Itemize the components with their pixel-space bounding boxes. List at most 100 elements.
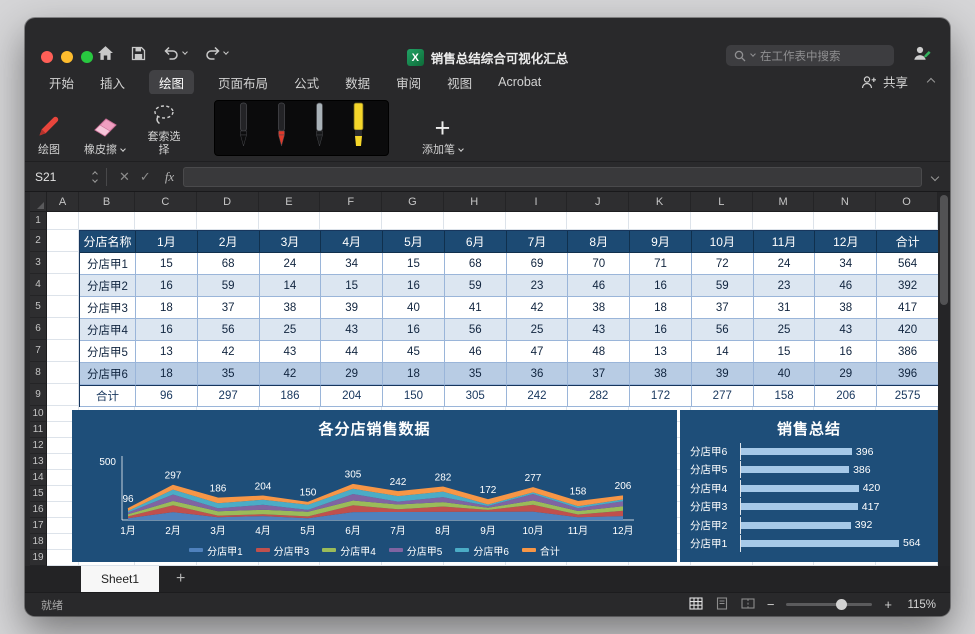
cell[interactable]: 8月	[568, 231, 630, 253]
row-header-10[interactable]: 10	[30, 406, 47, 422]
cell[interactable]: 37	[568, 363, 630, 385]
row-header-19[interactable]: 19	[30, 550, 47, 566]
cell[interactable]: 150	[383, 385, 445, 407]
cell[interactable]: 37	[692, 297, 754, 319]
cell[interactable]: 242	[507, 385, 569, 407]
cell[interactable]: 204	[321, 385, 383, 407]
cell[interactable]: 7月	[507, 231, 569, 253]
row-header-18[interactable]: 18	[30, 534, 47, 550]
cell[interactable]: 分店甲2	[80, 275, 136, 297]
row-header-7[interactable]: 7	[30, 340, 47, 362]
cell[interactable]: 24	[260, 253, 322, 275]
cell[interactable]: 18	[136, 297, 198, 319]
row-header-11[interactable]: 11	[30, 422, 47, 438]
row-header-15[interactable]: 15	[30, 486, 47, 502]
cancel-entry-icon[interactable]: ✕	[119, 169, 130, 185]
cell[interactable]: 15	[754, 341, 816, 363]
cell[interactable]: 386	[877, 341, 938, 363]
cell[interactable]: 69	[507, 253, 569, 275]
search-scope-dropdown-icon[interactable]	[750, 51, 756, 57]
cell[interactable]: 40	[383, 297, 445, 319]
cell[interactable]: 25	[260, 319, 322, 341]
cell[interactable]: 37	[198, 297, 260, 319]
cell[interactable]: 分店甲3	[80, 297, 136, 319]
cell[interactable]: 39	[321, 297, 383, 319]
row-header-8[interactable]: 8	[30, 362, 47, 384]
ribbon-tab-数据[interactable]: 数据	[343, 70, 372, 95]
cell[interactable]: 35	[445, 363, 507, 385]
ribbon-tab-绘图[interactable]: 绘图	[149, 70, 194, 95]
cell[interactable]: 12月	[815, 231, 877, 253]
cell[interactable]: 10月	[692, 231, 754, 253]
scrollbar-thumb[interactable]	[940, 195, 948, 305]
red-pen-icon[interactable]	[274, 102, 289, 153]
cell[interactable]: 16	[815, 341, 877, 363]
cell[interactable]: 172	[630, 385, 692, 407]
cell[interactable]: 43	[815, 319, 877, 341]
cell[interactable]: 29	[815, 363, 877, 385]
col-header-F[interactable]: F	[320, 192, 382, 212]
insert-function-icon[interactable]: fx	[165, 169, 174, 185]
cell[interactable]: 3月	[260, 231, 322, 253]
col-header-J[interactable]: J	[567, 192, 629, 212]
cell[interactable]: 56	[198, 319, 260, 341]
cell[interactable]: 18	[383, 363, 445, 385]
cell[interactable]: 合计	[877, 231, 938, 253]
col-header-N[interactable]: N	[814, 192, 876, 212]
cell[interactable]: 18	[630, 297, 692, 319]
ribbon-tab-插入[interactable]: 插入	[98, 70, 127, 95]
cell[interactable]: 38	[568, 297, 630, 319]
col-header-M[interactable]: M	[753, 192, 815, 212]
add-pen-button[interactable]: + 添加笔	[422, 99, 463, 157]
cell[interactable]: 45	[383, 341, 445, 363]
cell[interactable]: 38	[260, 297, 322, 319]
ribbon-tab-页面布局[interactable]: 页面布局	[216, 70, 270, 95]
eraser-dropdown-icon[interactable]	[120, 146, 126, 152]
zoom-out-button[interactable]: −	[767, 597, 775, 612]
col-header-D[interactable]: D	[197, 192, 259, 212]
cell[interactable]: 42	[507, 297, 569, 319]
cell[interactable]: 16	[383, 275, 445, 297]
cell[interactable]: 24	[754, 253, 816, 275]
share-button[interactable]: 共享	[861, 72, 908, 91]
cell[interactable]: 2575	[877, 385, 938, 407]
cell[interactable]: 分店名称	[80, 231, 136, 253]
cell[interactable]: 68	[198, 253, 260, 275]
cell[interactable]: 43	[260, 341, 322, 363]
cell[interactable]: 41	[445, 297, 507, 319]
account-presence-icon[interactable]	[912, 45, 932, 67]
cell[interactable]: 59	[198, 275, 260, 297]
cell[interactable]: 96	[136, 385, 198, 407]
cell[interactable]: 46	[568, 275, 630, 297]
cell[interactable]: 158	[754, 385, 816, 407]
row-header-13[interactable]: 13	[30, 454, 47, 470]
cell[interactable]: 16	[136, 319, 198, 341]
cell[interactable]: 13	[136, 341, 198, 363]
col-header-G[interactable]: G	[382, 192, 444, 212]
cell[interactable]: 40	[754, 363, 816, 385]
cell[interactable]: 15	[136, 253, 198, 275]
cell[interactable]: 70	[568, 253, 630, 275]
cell[interactable]: 23	[507, 275, 569, 297]
draw-tool-button[interactable]: 绘图	[36, 99, 62, 157]
cell[interactable]: 16	[630, 275, 692, 297]
cell[interactable]: 23	[754, 275, 816, 297]
cell[interactable]: 186	[260, 385, 322, 407]
cell[interactable]: 43	[568, 319, 630, 341]
page-break-view-icon[interactable]	[741, 597, 755, 613]
cell[interactable]: 392	[877, 275, 938, 297]
cell[interactable]: 206	[815, 385, 877, 407]
cell[interactable]: 47	[507, 341, 569, 363]
row-header-3[interactable]: 3	[30, 252, 47, 274]
cell[interactable]: 5月	[383, 231, 445, 253]
cell[interactable]: 59	[692, 275, 754, 297]
row-header-6[interactable]: 6	[30, 318, 47, 340]
undo-icon[interactable]	[163, 46, 187, 60]
cell[interactable]: 分店甲4	[80, 319, 136, 341]
cell[interactable]: 25	[754, 319, 816, 341]
undo-dropdown-icon[interactable]	[182, 49, 188, 55]
cell[interactable]: 420	[877, 319, 938, 341]
col-header-K[interactable]: K	[629, 192, 691, 212]
cell[interactable]: 25	[507, 319, 569, 341]
row-header-4[interactable]: 4	[30, 274, 47, 296]
